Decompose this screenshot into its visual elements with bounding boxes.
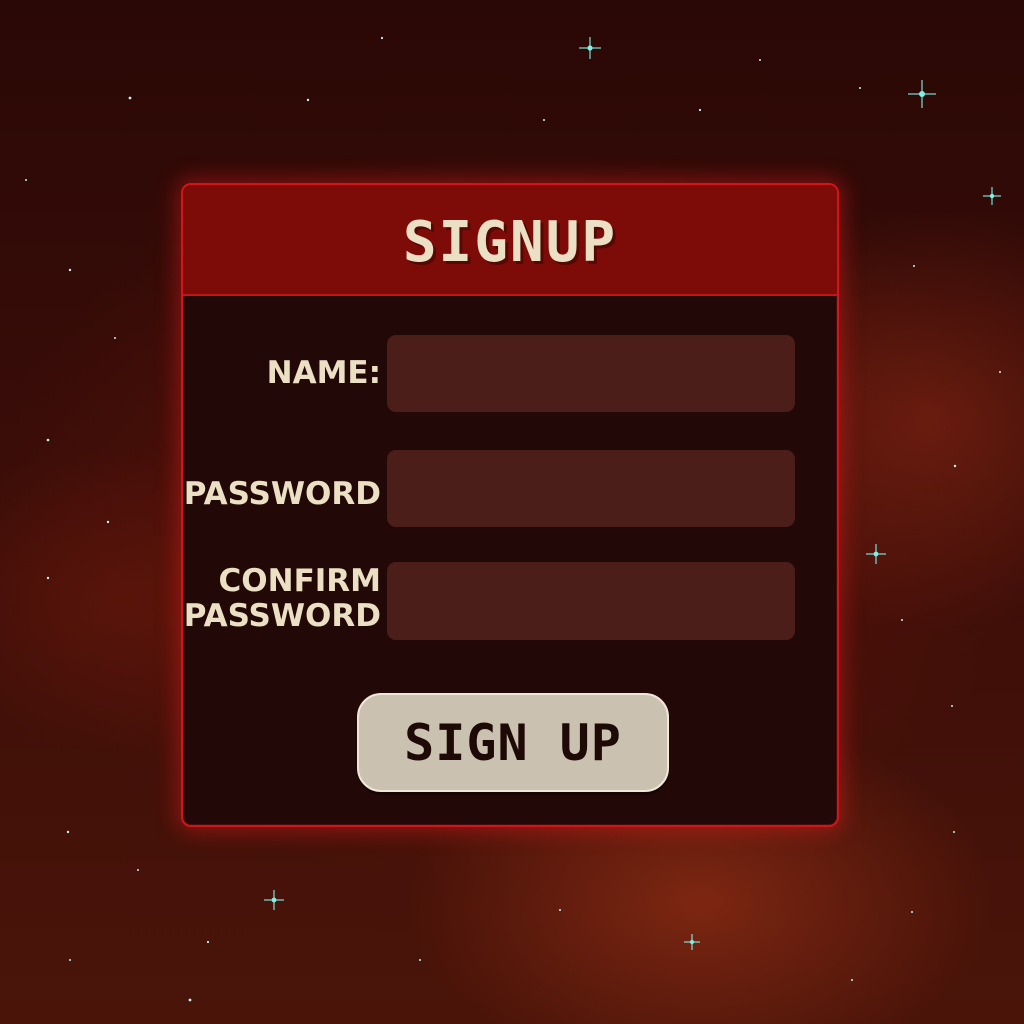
confirm-password-label-line2: PASSWORD bbox=[183, 598, 381, 634]
star bbox=[851, 979, 853, 981]
star bbox=[953, 831, 955, 833]
bright-star bbox=[579, 37, 601, 59]
star bbox=[206, 940, 210, 944]
star bbox=[46, 438, 50, 442]
confirm-password-input[interactable] bbox=[387, 562, 795, 640]
star bbox=[68, 268, 72, 272]
star bbox=[953, 464, 957, 468]
bright-star bbox=[983, 187, 1001, 205]
bright-star bbox=[264, 890, 284, 910]
star bbox=[759, 59, 761, 61]
star bbox=[46, 576, 50, 580]
star bbox=[698, 108, 702, 112]
name-input[interactable] bbox=[387, 335, 795, 412]
password-input[interactable] bbox=[387, 450, 795, 527]
star bbox=[859, 87, 861, 89]
star bbox=[66, 830, 70, 834]
panel-title: SIGNUP bbox=[402, 210, 618, 275]
star bbox=[306, 98, 310, 102]
star bbox=[543, 119, 545, 121]
star bbox=[559, 909, 561, 911]
star bbox=[951, 705, 953, 707]
confirm-password-label: CONFIRM PASSWORD bbox=[184, 564, 381, 634]
star bbox=[128, 96, 132, 100]
bright-star bbox=[908, 80, 936, 108]
star bbox=[380, 36, 384, 40]
star bbox=[114, 337, 116, 339]
star bbox=[137, 869, 139, 871]
star bbox=[913, 265, 915, 267]
star bbox=[69, 959, 71, 961]
star bbox=[911, 911, 913, 913]
star bbox=[419, 959, 421, 961]
bright-star bbox=[684, 934, 700, 950]
signup-button[interactable]: SIGN UP bbox=[357, 693, 669, 792]
signup-panel: SIGNUP NAME: PASSWORD CONFIRM PASSWORD S… bbox=[181, 183, 839, 827]
star bbox=[25, 179, 27, 181]
star bbox=[999, 371, 1001, 373]
panel-header: SIGNUP bbox=[183, 185, 837, 296]
star bbox=[901, 619, 903, 621]
confirm-password-label-line1: CONFIRM bbox=[218, 563, 381, 599]
bright-star bbox=[866, 544, 886, 564]
star bbox=[106, 520, 110, 524]
star bbox=[188, 998, 192, 1002]
name-label: NAME: bbox=[266, 355, 381, 391]
password-label: PASSWORD bbox=[183, 476, 381, 512]
